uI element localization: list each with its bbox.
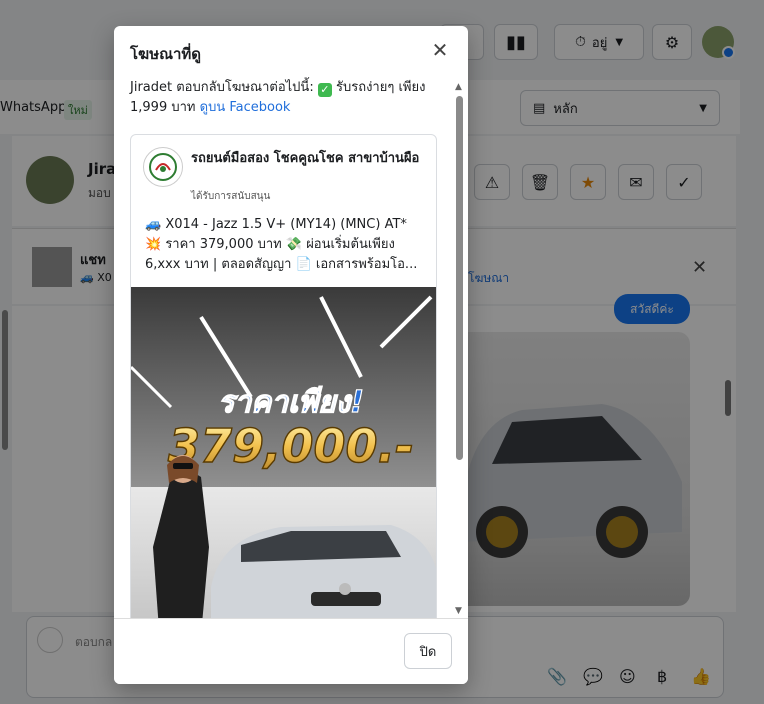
ad-image-price: 379,000.- [168, 419, 414, 473]
sponsored-label: ได้รับการสนับสนุน [191, 191, 271, 202]
dialog-footer: ปิด [114, 618, 468, 684]
ad-viewed-dialog: โฆษณาที่ดู ✕ Jiradet ตอบกลับโฆษณาต่อไปนี… [114, 26, 468, 684]
ad-card: รถยนต์มือสอง โชคคูณโชค สาขาบ้านผือ ได้รั… [130, 134, 437, 654]
scroll-up-icon[interactable]: ▲ [455, 82, 462, 92]
ad-line-1: 🚙 X014 - Jazz 1.5 V+ (MY14) (MNC) AT* [145, 217, 407, 232]
check-emoji-icon: ✓ [317, 83, 332, 97]
ad-line-2: 💥 ราคา 379,000 บาท 💸 ผ่อนเริ่มต้นเพียง [145, 237, 395, 252]
close-button[interactable]: ปิด [404, 633, 452, 669]
intro-text: Jiradet ตอบกลับโฆษณาต่อไปนี้: ✓ รับรถง่า… [130, 78, 440, 118]
dialog-scrollbar[interactable]: ▲ ▼ [454, 82, 466, 620]
dialog-title: โฆษณาที่ดู [130, 45, 202, 63]
scroll-down-icon[interactable]: ▼ [455, 606, 462, 616]
ad-page-name: รถยนต์มือสอง โชคคูณโชค สาขาบ้านผือ [191, 151, 420, 166]
ad-image: ราคาเพียง! 379,000.- [131, 287, 436, 653]
car-showroom-photo: ราคาเพียง! 379,000.- [131, 287, 436, 653]
intro-prefix: Jiradet ตอบกลับโฆษณาต่อไปนี้: [130, 80, 314, 95]
ad-image-headline: ราคาเพียง! [218, 385, 364, 420]
view-on-facebook-link[interactable]: ดูบน Facebook [200, 100, 291, 115]
page-logo [143, 147, 183, 187]
ad-body: 🚙 X014 - Jazz 1.5 V+ (MY14) (MNC) AT* 💥 … [145, 215, 431, 275]
dealer-logo-icon [149, 153, 177, 181]
close-icon[interactable]: ✕ [430, 40, 450, 60]
ad-line-3: 6,xxx บาท | ตลอดสัญญา 📄 เอกสารพร้อมโอ... [145, 257, 418, 272]
